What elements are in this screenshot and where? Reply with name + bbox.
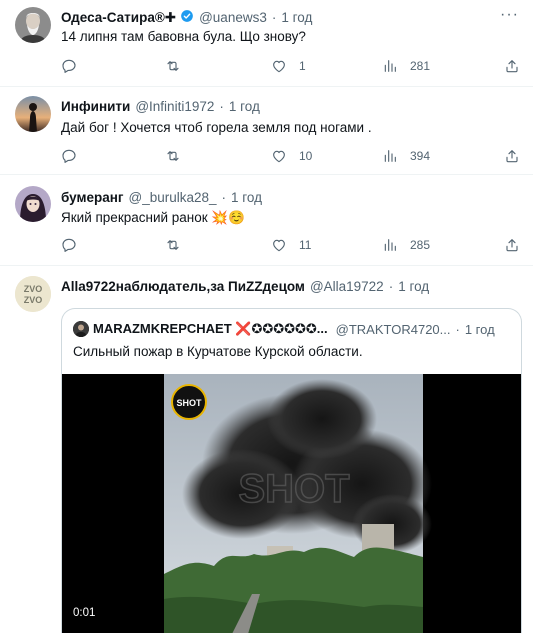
retweet-button[interactable] [165, 56, 193, 76]
retweet-button[interactable] [165, 235, 193, 255]
tweet[interactable]: Одеса-Сатира®✚ @uanews3 · 1 год ··· 14 л… [0, 0, 533, 87]
share-icon [504, 237, 520, 253]
tweet-actions: 1 281 [61, 56, 521, 76]
heart-icon [271, 58, 287, 74]
like-count: 11 [299, 238, 312, 252]
avatar[interactable] [15, 96, 51, 132]
share-icon [504, 58, 520, 74]
avatar-zyo-logo-icon: ZVO ZVO [15, 276, 51, 312]
timestamp[interactable]: 1 год [231, 190, 262, 205]
timestamp[interactable]: 1 год [398, 279, 429, 294]
retweet-icon [165, 58, 181, 74]
view-count: 281 [410, 59, 431, 73]
separator: · [219, 99, 224, 114]
quoted-tweet[interactable]: MARAZMKREPCHAET ❌✪✪✪✪✪✪... @TRAKTOR4720.… [61, 308, 522, 633]
tweet-actions: 11 285 [61, 235, 521, 255]
like-count: 1 [299, 59, 306, 73]
heart-icon [271, 237, 287, 253]
author-handle[interactable]: @_burulka28_ [129, 190, 217, 205]
avatar-portrait-icon [15, 7, 51, 43]
quoted-avatar[interactable] [73, 321, 89, 337]
svg-text:ZVO: ZVO [24, 284, 43, 294]
video-duration: 0:01 [73, 607, 96, 619]
quoted-author-name[interactable]: MARAZMKREPCHAET ❌✪✪✪✪✪✪... [93, 321, 328, 337]
tweet-text: Який прекрасний ранок 💥☺️ [61, 210, 246, 225]
author-handle[interactable]: @uanews3 [199, 10, 267, 25]
tweet-text: Дай бог ! Хочется чтоб горела земля под … [61, 120, 372, 135]
view-count: 394 [410, 149, 431, 163]
reply-icon [61, 237, 77, 253]
views-button[interactable]: 281 [382, 56, 430, 76]
reply-button[interactable] [61, 56, 89, 76]
author-handle[interactable]: @Infiniti1972 [135, 99, 214, 114]
svg-text:ZVO: ZVO [24, 295, 43, 305]
tweet-text: 14 липня там бавовна була. Що знову? [61, 29, 306, 44]
separator: · [388, 279, 394, 294]
separator: · [221, 190, 227, 205]
shot-watermark-center: SHOT [238, 467, 349, 511]
avatar-silhouette-icon [15, 96, 51, 132]
views-button[interactable]: 394 [382, 146, 430, 166]
share-icon [504, 148, 520, 164]
author-name[interactable]: бумеранг [61, 190, 124, 205]
separator: · [455, 321, 460, 337]
reply-icon [61, 58, 77, 74]
avatar[interactable]: ZVO ZVO [15, 276, 51, 312]
avatar-girl-icon [15, 186, 51, 222]
views-icon [382, 237, 398, 253]
tweet[interactable]: бумеранг @_burulka28_ · 1 год Який прекр… [0, 175, 533, 266]
retweet-button[interactable] [165, 146, 193, 166]
avatar[interactable] [15, 186, 51, 222]
reply-button[interactable] [61, 146, 89, 166]
avatar-man-icon [73, 321, 89, 337]
retweet-icon [165, 237, 181, 253]
heart-icon [271, 148, 287, 164]
like-count: 10 [299, 149, 313, 163]
tweet[interactable]: Инфинити @Infiniti1972 · 1 год Дай бог !… [0, 87, 533, 175]
share-button[interactable] [504, 56, 520, 76]
verified-badge-icon [180, 9, 194, 26]
more-icon[interactable]: ··· [500, 6, 519, 24]
share-button[interactable] [504, 235, 520, 255]
video-frame-smoke-image: SHOT SHOT [62, 374, 521, 633]
like-button[interactable]: 10 [271, 146, 312, 166]
avatar[interactable] [15, 7, 51, 43]
video-player[interactable]: SHOT SHOT 0:01 [62, 374, 521, 633]
like-button[interactable]: 1 [271, 56, 306, 76]
reply-button[interactable] [61, 235, 89, 255]
reply-icon [61, 148, 77, 164]
timestamp[interactable]: 1 год [229, 99, 260, 114]
share-button[interactable] [504, 146, 520, 166]
views-icon [382, 58, 398, 74]
views-button[interactable]: 285 [382, 235, 430, 255]
author-name[interactable]: Инфинити [61, 99, 130, 114]
tweet-actions: 10 394 [61, 146, 521, 166]
separator: · [271, 10, 277, 25]
views-icon [382, 148, 398, 164]
author-handle[interactable]: @Alla19722 [310, 279, 384, 294]
view-count: 285 [410, 238, 431, 252]
author-name[interactable]: Одеса-Сатира®✚ [61, 10, 176, 26]
shot-watermark-logo: SHOT [176, 398, 202, 408]
quoted-tweet-text: Сильный пожар в Курчатове Курской област… [73, 344, 363, 359]
timestamp[interactable]: 1 год [281, 10, 312, 25]
author-name[interactable]: Alla9722наблюдатель,за ПиZZдецом [61, 279, 305, 294]
quoted-author-handle[interactable]: @TRAKTOR4720... [336, 322, 451, 337]
like-button[interactable]: 11 [271, 235, 311, 255]
retweet-icon [165, 148, 181, 164]
quoted-timestamp[interactable]: 1 год [465, 322, 495, 337]
